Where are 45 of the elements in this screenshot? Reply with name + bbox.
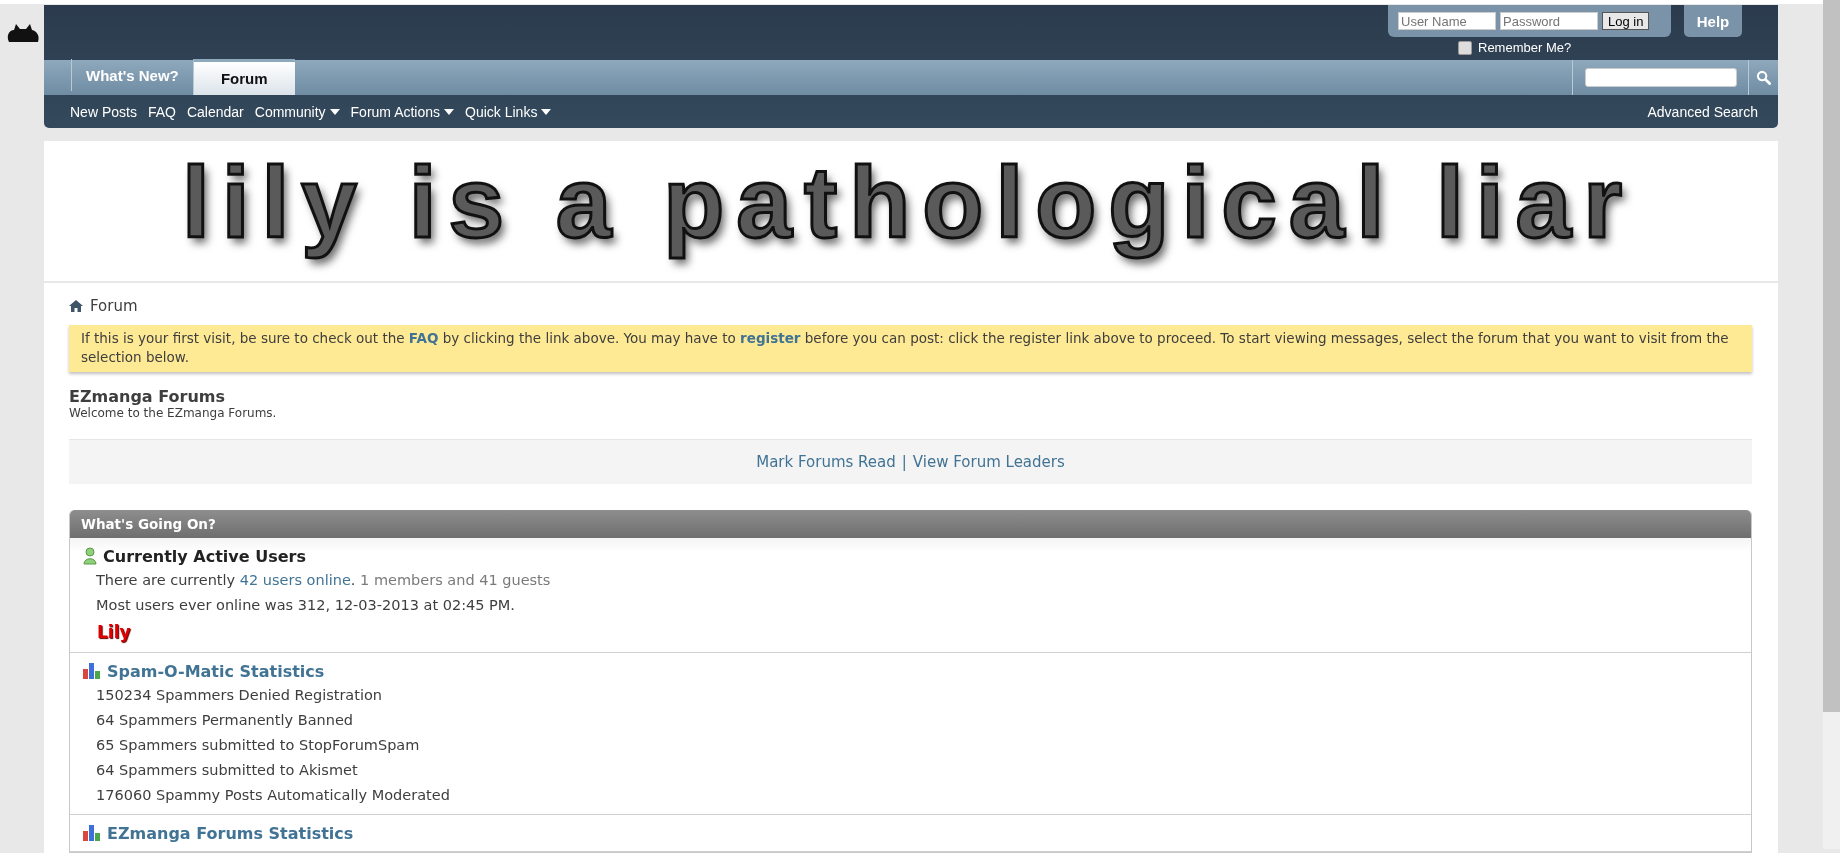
forum-description: Welcome to the EZmanga Forums. [69, 406, 278, 420]
nav-tab[interactable]: Forum [192, 59, 295, 95]
search-icon [1756, 70, 1771, 85]
username-field[interactable]: User Name [1398, 12, 1496, 30]
info-line: 65 Spammers submitted to StopForumSpam [95, 736, 421, 755]
password-field[interactable]: Password [1500, 12, 1598, 30]
forum-title: EZmanga Forums [69, 387, 226, 406]
breadcrumb-link[interactable]: Forum [90, 297, 138, 315]
info-line: Most users ever online was 312, 12-03-2013 at 02:45 PM. [95, 596, 516, 615]
scrollbar[interactable] [1823, 0, 1840, 849]
bar-chart-icon [83, 825, 101, 841]
nav-link[interactable]: New Posts [70, 103, 137, 120]
nav-link[interactable]: Community [254, 103, 340, 120]
info-line: 150234 Spammers Denied Registration [95, 686, 384, 705]
link[interactable]: 42 users online [239, 572, 351, 588]
block-title: Currently Active Users [103, 546, 306, 566]
remember-checkbox[interactable] [1458, 40, 1472, 55]
nav-link[interactable]: FAQ [147, 103, 176, 120]
separator-text: | [901, 453, 907, 471]
guest-count: 1 members and 41 guests [360, 572, 551, 588]
username-link[interactable]: Lily [97, 622, 131, 642]
block-title[interactable]: EZmanga Forums Statistics [107, 823, 354, 843]
block-title[interactable]: Spam-O-Matic Statistics [107, 661, 325, 681]
section-title: What's Going On? [81, 516, 216, 532]
info-line: 176060 Spammy Posts Automatically Moderated [95, 786, 451, 805]
notice-link[interactable]: FAQ [408, 330, 439, 346]
banner-title: lily is a pathological liar [180, 145, 1636, 260]
info-line: 64 Spammers Permanently Banned [95, 711, 355, 730]
notice-text: If this is your first visit, be sure to check out the FAQ by clicking the link above. You may have to register before you can post: click the register link above to proceed. To start viewing messages, select the forum that you want to visit from the selection below. [81, 329, 1730, 367]
login-button[interactable]: Log in [1602, 12, 1650, 30]
nav-link[interactable]: Quick Links [465, 103, 552, 120]
action-link[interactable]: Mark Forums Read [756, 453, 896, 471]
remember-label: Remember Me? [1478, 40, 1572, 55]
cat-icon [6, 22, 40, 44]
info-line: 64 Spammers submitted to Akismet [95, 761, 359, 780]
user-icon [83, 547, 97, 565]
info-line: There are currently 42 users online. 1 members and 41 guests [95, 571, 552, 590]
notice-link[interactable]: register [740, 330, 801, 346]
action-link[interactable]: View Forum Leaders [912, 453, 1065, 471]
home-icon[interactable] [69, 300, 83, 312]
scrollbar-thumb[interactable] [1823, 0, 1840, 712]
nav-link[interactable]: Calendar [186, 103, 244, 120]
advanced-search-link[interactable]: Advanced Search [1647, 103, 1758, 120]
nav-link[interactable]: Forum Actions [350, 103, 455, 120]
bar-chart-icon [83, 663, 101, 679]
